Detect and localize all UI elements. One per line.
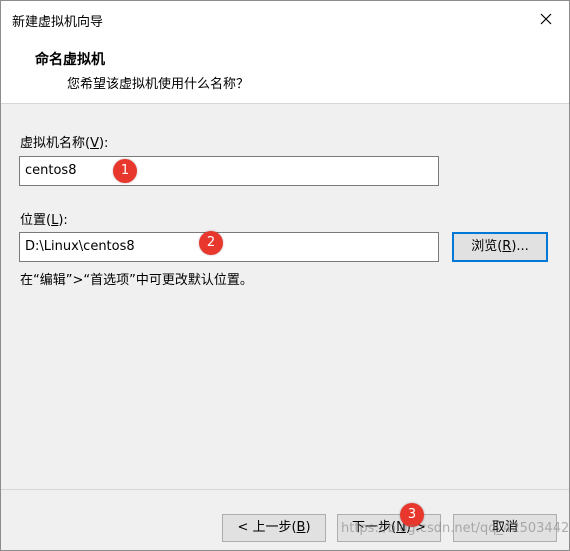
back-button[interactable]: < 上一步(B) bbox=[222, 514, 326, 542]
default-location-hint: 在“编辑”>“首选项”中可更改默认位置。 bbox=[20, 273, 253, 288]
vm-name-label: 虚拟机名称(V): bbox=[20, 136, 109, 151]
annotation-badge-2: 2 bbox=[199, 231, 223, 255]
vm-name-input[interactable]: centos8 bbox=[19, 156, 439, 186]
new-vm-wizard-window: 新建虚拟机向导 命名虚拟机 您希望该虚拟机使用什么名称？ 虚拟机名称(V): c… bbox=[0, 0, 570, 551]
annotation-badge-1: 1 bbox=[113, 159, 137, 183]
step-subtitle: 您希望该虚拟机使用什么名称？ bbox=[67, 77, 250, 92]
title-bar: 新建虚拟机向导 bbox=[1, 1, 569, 37]
footer-divider bbox=[1, 489, 569, 490]
window-title: 新建虚拟机向导 bbox=[12, 15, 104, 30]
step-title: 命名虚拟机 bbox=[35, 52, 105, 68]
close-button[interactable] bbox=[523, 1, 569, 37]
location-label: 位置(L): bbox=[20, 213, 68, 228]
browse-button[interactable]: 浏览(R)... bbox=[452, 232, 548, 262]
wizard-header: 命名虚拟机 您希望该虚拟机使用什么名称？ bbox=[1, 37, 569, 104]
watermark: https://blog.csdn.net/qq_42503442 bbox=[341, 521, 570, 536]
location-input[interactable]: D:\Linux\centos8 bbox=[19, 232, 439, 262]
close-icon bbox=[540, 13, 552, 25]
